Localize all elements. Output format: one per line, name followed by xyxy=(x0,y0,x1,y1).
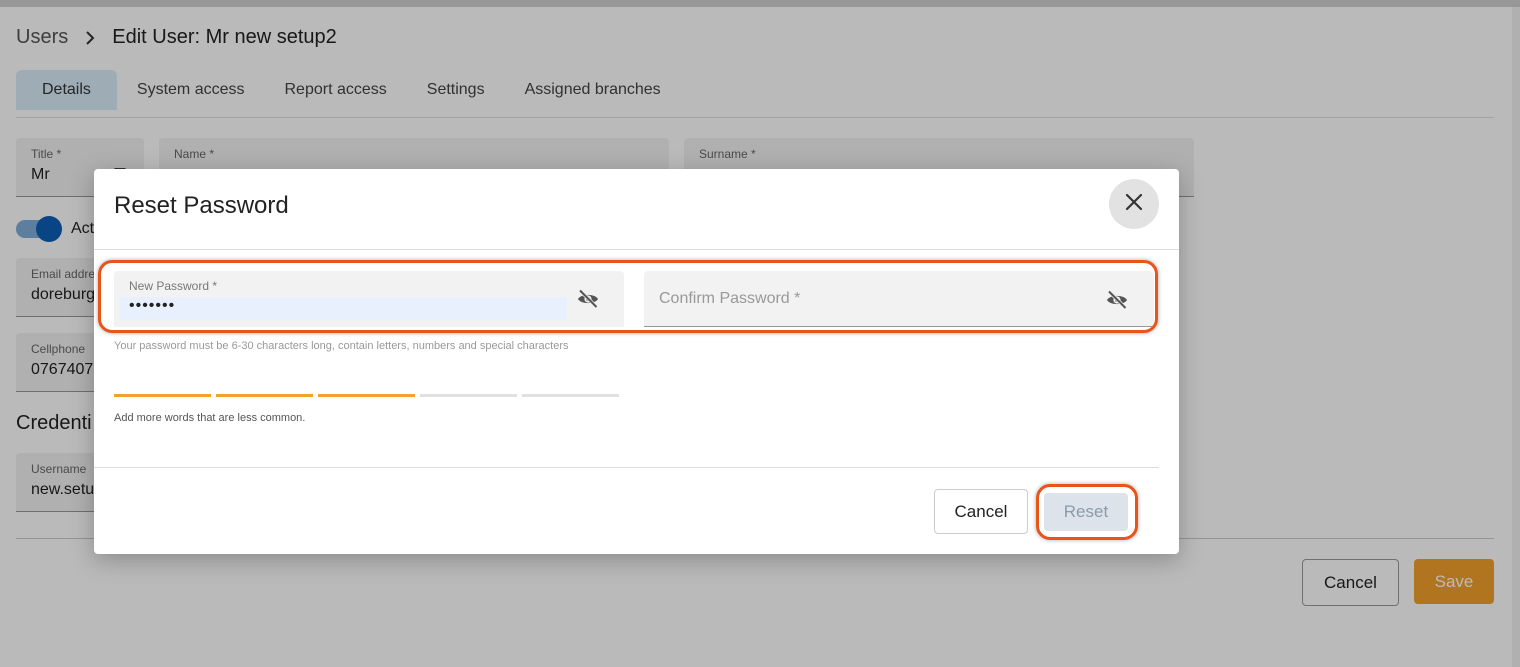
confirm-password-placeholder: Confirm Password * xyxy=(659,290,801,307)
eye-off-icon[interactable] xyxy=(1105,288,1129,312)
new-password-label: New Password * xyxy=(129,279,218,293)
password-requirements-hint: Your password must be 6-30 characters lo… xyxy=(114,340,569,352)
confirm-password-field[interactable]: Confirm Password * xyxy=(644,271,1154,327)
dialog-footer-divider xyxy=(94,467,1159,468)
new-password-value: ••••••• xyxy=(129,297,176,314)
close-icon xyxy=(1125,193,1143,216)
dialog-header-divider xyxy=(94,249,1179,250)
new-password-field[interactable]: New Password * ••••••• xyxy=(114,271,624,327)
strength-segment xyxy=(216,394,313,397)
strength-segment xyxy=(522,394,619,397)
strength-segment xyxy=(318,394,415,397)
strength-segment xyxy=(420,394,517,397)
autofill-highlight xyxy=(120,297,567,320)
eye-off-icon[interactable] xyxy=(576,287,600,311)
dialog-title: Reset Password xyxy=(114,192,289,219)
close-dialog-button[interactable] xyxy=(1109,179,1159,229)
reset-password-dialog: Reset Password New Password * ••••••• Co… xyxy=(94,169,1179,554)
strength-segment xyxy=(114,394,211,397)
password-strength-feedback: Add more words that are less common. xyxy=(114,412,306,424)
dialog-cancel-button[interactable]: Cancel xyxy=(934,489,1028,534)
reset-button[interactable]: Reset xyxy=(1044,493,1128,531)
password-strength-meter xyxy=(114,394,619,397)
